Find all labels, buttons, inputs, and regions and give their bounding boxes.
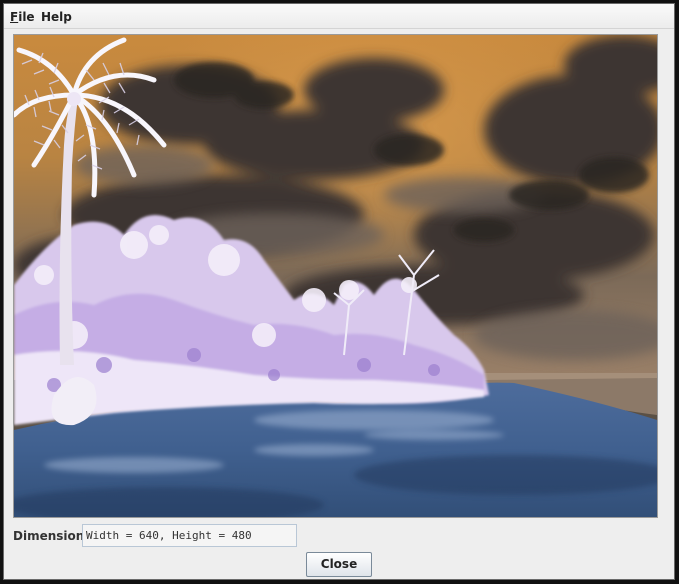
menu-help[interactable]: Help [41,10,72,24]
dimension-field[interactable]: Width = 640, Height = 480 [82,524,297,547]
inverted-beach-photo [14,35,657,517]
menu-help-label: elp [51,10,72,24]
menu-bar: File Help [4,4,674,29]
menu-file[interactable]: File [10,10,35,24]
image-panel [13,34,658,518]
image-viewer-window: File Help Dimension: Width = 640, Height… [3,3,675,580]
menu-help-mnemonic: H [41,10,52,24]
menu-file-label: ile [18,10,35,24]
close-button[interactable]: Close [306,552,372,577]
dimension-label: Dimension: [13,529,90,543]
menu-file-mnemonic: F [10,10,19,24]
